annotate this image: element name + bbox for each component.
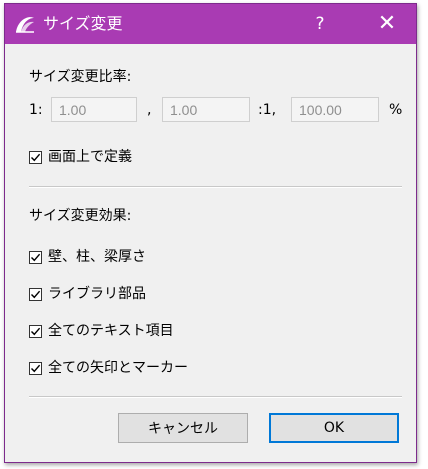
checkbox-label: 全てのテキスト項目 [48,323,174,339]
check-icon [31,153,41,161]
check-icon [31,364,41,372]
effect-walls-checkbox[interactable]: 壁、柱、梁厚さ [29,247,146,267]
percent-unit-label: % [389,102,403,118]
divider [29,396,402,398]
check-icon [31,253,41,261]
title-bar[interactable]: サイズ変更 ? ✕ [5,4,416,44]
effects-section-label: サイズ変更効果: [29,208,132,224]
checkbox-box[interactable] [29,250,42,264]
effect-library-parts-checkbox[interactable]: ライブラリ部品 [29,284,146,304]
scale-prefix-label: 1: [29,102,43,118]
app-logo-icon [14,14,36,34]
on-screen-define-checkbox[interactable]: 画面上で定義 [29,147,132,167]
checkbox-label: 壁、柱、梁厚さ [48,249,146,265]
checkbox-label: 画面上で定義 [48,149,132,165]
scale-value-1-input[interactable] [51,97,137,122]
check-icon [31,290,41,298]
effect-arrows-markers-checkbox[interactable]: 全ての矢印とマーカー [29,358,188,378]
scale-percent-input[interactable] [291,97,379,122]
ok-button[interactable]: OK [269,413,399,443]
scale-ratio-label: :1, [258,102,277,118]
scale-section-label: サイズ変更比率: [29,69,132,85]
checkbox-box[interactable] [29,324,42,338]
resize-dialog: サイズ変更 ? ✕ サイズ変更比率: 1: , :1, % 画面上で定義 サイズ… [4,3,417,463]
close-button[interactable]: ✕ [367,8,407,40]
scale-value-2-input[interactable] [162,97,250,122]
checkbox-box[interactable] [29,150,42,164]
effect-text-items-checkbox[interactable]: 全てのテキスト項目 [29,321,174,341]
window-title: サイズ変更 [43,14,123,33]
divider [29,186,402,188]
checkbox-box[interactable] [29,287,42,301]
checkbox-label: 全ての矢印とマーカー [48,360,188,376]
checkbox-label: ライブラリ部品 [48,286,146,302]
cancel-button[interactable]: キャンセル [118,413,248,443]
scale-separator-label: , [147,102,152,118]
check-icon [31,327,41,335]
help-button[interactable]: ? [305,8,335,40]
checkbox-box[interactable] [29,361,42,375]
